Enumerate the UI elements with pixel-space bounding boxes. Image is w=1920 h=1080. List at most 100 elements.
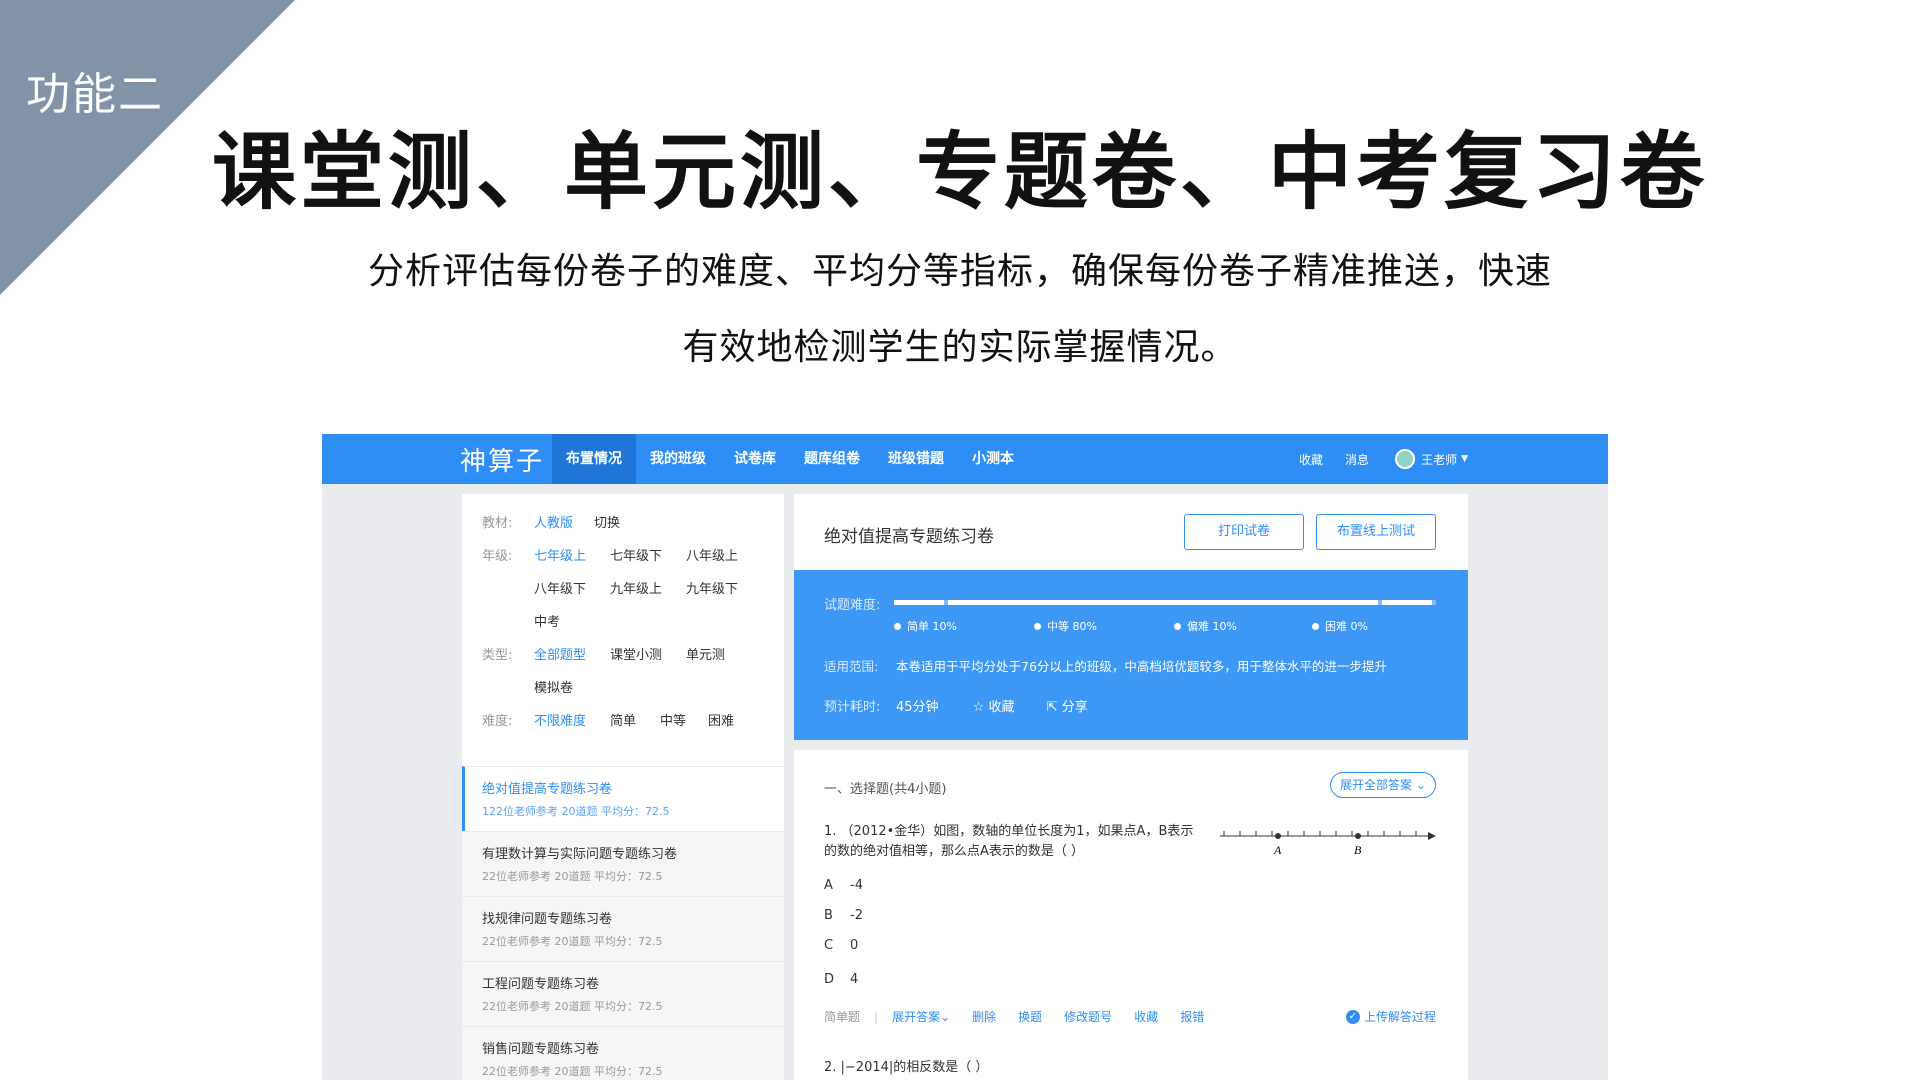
filter-sidebar: 教材: 人教版 切换 年级: 七年级上 七年级下 八年级上 八年级下 九年级上 … <box>462 494 784 1080</box>
favorite-action[interactable]: ☆ 收藏 <box>973 700 1015 715</box>
textbook-selected[interactable]: 人教版 <box>534 512 594 531</box>
slide-title: 课堂测、单元测、专题卷、中考复习卷 <box>211 123 1708 221</box>
time-label: 预计耗时: <box>824 700 881 715</box>
caret-down-icon[interactable]: ▼ <box>1461 454 1468 464</box>
textbook-switch[interactable]: 切换 <box>594 512 670 531</box>
assign-online-button[interactable]: 布置线上测试 <box>1316 514 1436 550</box>
expand-all-answers-button[interactable]: 展开全部答案 ⌄ <box>1330 772 1436 798</box>
option-b[interactable]: B -2 <box>824 908 863 923</box>
paper-meta: 22位老师参考 20道题 平均分：72.5 <box>482 1000 663 1013</box>
user-name[interactable]: 王老师 <box>1421 451 1457 468</box>
paper-title: 有理数计算与实际问题专题练习卷 <box>482 847 678 862</box>
type-option[interactable]: 模拟卷 <box>534 677 610 696</box>
paper-item-selected[interactable]: 绝对值提高专题练习卷 122位老师参考 20道题 平均分：72.5 <box>462 766 784 831</box>
paper-title: 销售问题专题练习卷 <box>482 1042 600 1057</box>
question-list: 一、选择题(共4小题) 展开全部答案 ⌄ 1. （2012•金华）如图，数轴的单… <box>794 750 1468 1080</box>
renumber-button[interactable]: 修改题号 <box>1064 1008 1112 1025</box>
type-option[interactable]: 课堂小测 <box>610 644 686 663</box>
option-key: D <box>824 972 835 987</box>
nav-item-my-class[interactable]: 我的班级 <box>636 434 720 484</box>
paper-meta: 22位老师参考 20道题 平均分：72.5 <box>482 1065 663 1078</box>
difficulty-option[interactable]: 简单 <box>610 710 660 729</box>
share-label: 分享 <box>1061 700 1088 715</box>
check-icon: ✓ <box>1345 1009 1360 1024</box>
legend-label: 困难 0% <box>1325 620 1368 633</box>
share-action[interactable]: ⇱ 分享 <box>1047 700 1088 715</box>
brand-logo[interactable]: 神算子 <box>460 441 552 478</box>
section-title: 一、选择题(共4小题) <box>824 782 947 797</box>
legend-label: 中等 80% <box>1047 620 1097 633</box>
time-value: 45分钟 <box>896 700 939 715</box>
star-icon: ☆ <box>972 700 985 715</box>
difficulty-segment-easy <box>894 600 945 605</box>
option-key: A <box>824 878 833 893</box>
paper-item[interactable]: 销售问题专题练习卷 22位老师参考 20道题 平均分：72.5 <box>462 1026 784 1080</box>
nav-item-class-mistakes[interactable]: 班级错题 <box>874 434 958 484</box>
report-error-button[interactable]: 报错 <box>1180 1008 1204 1025</box>
option-d[interactable]: D4 <box>824 972 858 987</box>
question-toolbar: 简单题 | 展开答案⌄ 删除 换题 修改题号 收藏 报错 ✓ 上传解答过程 <box>824 1008 1436 1025</box>
nav-item-compose[interactable]: 题库组卷 <box>790 434 874 484</box>
option-a[interactable]: A -4 <box>824 878 863 893</box>
paper-item[interactable]: 有理数计算与实际问题专题练习卷 22位老师参考 20道题 平均分：72.5 <box>462 831 784 896</box>
difficulty-row: 试题难度: <box>824 594 880 613</box>
expand-answer-label: 展开答案 <box>892 1010 941 1024</box>
detail-title: 绝对值提高专题练习卷 <box>824 527 994 547</box>
option-value: 4 <box>850 972 859 987</box>
paper-info-panel: 试题难度: 简单 10% 中等 80% 偏难 10% 困难 0% 适用范围: 本卷… <box>794 570 1468 740</box>
favorite-question-button[interactable]: 收藏 <box>1134 1008 1158 1025</box>
difficulty-option[interactable]: 困难 <box>708 710 756 729</box>
type-option[interactable]: 单元测 <box>686 644 762 663</box>
nav-item-quiz-book[interactable]: 小测本 <box>958 434 1028 484</box>
paper-title: 绝对值提高专题练习卷 <box>482 782 613 797</box>
upload-solution-button[interactable]: ✓ 上传解答过程 <box>1345 1008 1436 1025</box>
grade-option[interactable]: 九年级下 <box>686 578 762 597</box>
main-nav: 布置情况 我的班级 试卷库 题库组卷 班级错题 小测本 <box>552 434 1028 484</box>
difficulty-segment-hard <box>1381 600 1432 605</box>
nav-item-paper-library[interactable]: 试卷库 <box>720 434 790 484</box>
option-c[interactable]: C0 <box>824 938 858 953</box>
legend-hard: 偏难 10% <box>1174 618 1237 634</box>
favorites-link[interactable]: 收藏 <box>1299 451 1323 468</box>
paper-detail: 绝对值提高专题练习卷 打印试卷 布置线上测试 试题难度: 简单 10% 中等 8… <box>794 494 1468 1080</box>
replace-question-button[interactable]: 换题 <box>1018 1008 1042 1025</box>
print-paper-button[interactable]: 打印试卷 <box>1184 514 1304 550</box>
paper-meta: 22位老师参考 20道题 平均分：72.5 <box>482 870 663 883</box>
filter-options: 七年级上 七年级下 八年级上 八年级下 九年级上 九年级下 中考 <box>534 545 774 644</box>
paper-item[interactable]: 工程问题专题练习卷 22位老师参考 20道题 平均分：72.5 <box>462 961 784 1026</box>
point-b-label: B <box>1354 843 1362 857</box>
grade-option[interactable]: 九年级上 <box>610 578 686 597</box>
type-option[interactable]: 全部题型 <box>534 644 610 663</box>
option-value: -2 <box>850 908 863 923</box>
grade-option[interactable]: 七年级上 <box>534 545 610 564</box>
legend-label: 偏难 10% <box>1187 620 1237 633</box>
difficulty-segment-medium <box>948 600 1378 605</box>
legend-label: 简单 10% <box>907 620 957 633</box>
question-1: 1. （2012•金华）如图，数轴的单位长度为1，如果点A，B表示 的数的绝对值… <box>824 822 1214 862</box>
option-value: 0 <box>850 938 859 953</box>
slide-subtitle-line2: 有效地检测学生的实际掌握情况。 <box>682 327 1238 368</box>
paper-item[interactable]: 找规律问题专题练习卷 22位老师参考 20道题 平均分：72.5 <box>462 896 784 961</box>
difficulty-option[interactable]: 不限难度 <box>534 710 610 729</box>
difficulty-label: 试题难度: <box>824 598 881 613</box>
grade-option[interactable]: 中考 <box>534 611 610 630</box>
filter-options: 人教版 切换 <box>534 512 774 531</box>
nav-item-assignments[interactable]: 布置情况 <box>552 434 636 484</box>
messages-link[interactable]: 消息 <box>1345 451 1369 468</box>
delete-button[interactable]: 删除 <box>972 1008 996 1025</box>
grade-option[interactable]: 八年级上 <box>686 545 762 564</box>
grade-option[interactable]: 八年级下 <box>534 578 610 597</box>
avatar[interactable] <box>1395 449 1416 469</box>
slide-subtitle-line1: 分析评估每份卷子的难度、平均分等指标，确保每份卷子精准推送，快速 <box>367 251 1552 292</box>
divider: | <box>874 1009 879 1024</box>
expand-answer-button[interactable]: 展开答案⌄ <box>892 1008 950 1025</box>
grade-option[interactable]: 七年级下 <box>610 545 686 564</box>
point-a-dot <box>1275 833 1281 839</box>
filter-options: 不限难度 简单 中等 困难 <box>534 710 774 743</box>
detail-header: 绝对值提高专题练习卷 打印试卷 布置线上测试 <box>794 494 1468 570</box>
slide: 功能二 课堂测、单元测、专题卷、中考复习卷 分析评估每份卷子的难度、平均分等指标… <box>0 0 1920 1080</box>
difficulty-option[interactable]: 中等 <box>660 710 708 729</box>
paper-title: 找规律问题专题练习卷 <box>482 912 613 927</box>
legend-very-hard: 困难 0% <box>1312 618 1368 634</box>
dot-icon <box>1312 623 1319 630</box>
